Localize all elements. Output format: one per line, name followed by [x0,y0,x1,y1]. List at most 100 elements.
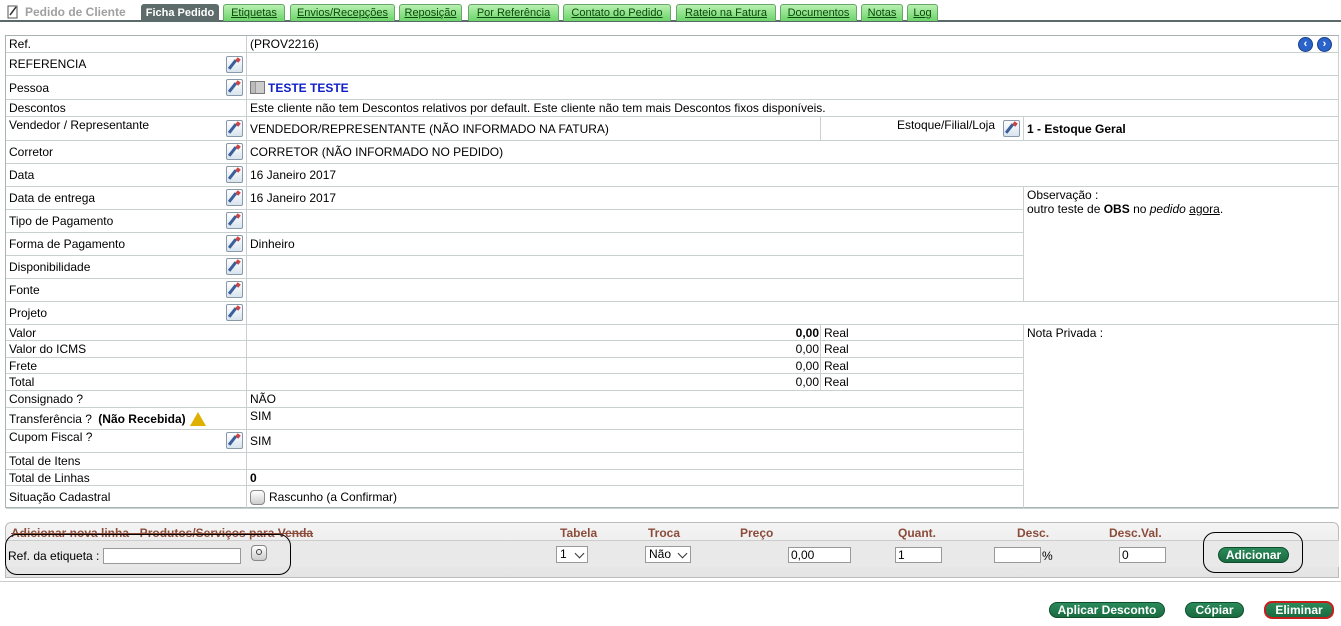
company-icon [250,81,265,94]
desc-unit: % [1042,549,1053,563]
edit-cupom-icon[interactable] [226,432,243,449]
entrega-value: 16 Janeiro 2017 [247,187,1024,210]
forma-pag-value: Dinheiro [247,233,1024,256]
total-value: 0,00 [247,374,821,391]
tab-ficha-pedido[interactable]: Ficha Pedido [141,4,219,21]
forma-pag-label: Forma de Pagamento [6,233,247,256]
pessoa-cell: TESTE TESTE [247,76,1339,100]
tab-etiquetas[interactable]: Etiquetas [223,4,285,21]
transf-note: (Não Recebida) [98,411,186,426]
troca-select[interactable]: Não [645,546,691,563]
edit-referencia-icon[interactable] [226,56,243,73]
corretor-label: Corretor [6,141,247,164]
tipo-pag-value [247,210,1024,233]
valor-value: 0,00 [247,325,821,341]
edit-forma-pag-icon[interactable] [226,235,243,252]
tabela-select[interactable]: 1 [556,546,588,563]
data-label: Data [6,164,247,187]
quant-input[interactable] [895,547,942,563]
descval-input[interactable] [1119,547,1166,563]
tab-documentos[interactable]: Documentos [780,4,857,21]
ref-label: Ref. [6,36,247,53]
estoque-label: Estoque/Filial/Loja [821,117,1024,141]
tab-rateio[interactable]: Rateio na Fatura [676,4,776,21]
transf-label: Transferência ? [9,411,92,426]
highlight-ref [5,534,291,575]
col-tabela: Tabela [560,526,598,540]
total-linhas-label: Total de Linhas [6,470,247,486]
consignado-label: Consignado ? [6,391,247,408]
disp-value [247,256,1024,279]
frete-value: 0,00 [247,358,821,374]
draft-status-icon [250,489,265,505]
transf-label-cell: Transferência ? (Não Recebida) [6,408,247,430]
divider [0,581,1341,582]
edit-tipo-pag-icon[interactable] [226,212,243,229]
aplicar-desconto-button[interactable]: Aplicar Desconto [1049,602,1165,618]
observacao-label: Observação : [1027,188,1099,202]
tab-envios[interactable]: Envios/Recepções [290,4,395,21]
next-icon[interactable]: › [1317,37,1332,52]
icms-currency: Real [821,341,1024,358]
cupom-value: SIM [247,430,1024,453]
descontos-label: Descontos [6,100,247,117]
edit-pessoa-icon[interactable] [226,79,243,96]
col-quant: Quant. [898,526,936,540]
edit-projeto-icon[interactable] [226,304,243,321]
fonte-label: Fonte [6,279,247,302]
total-itens-label: Total de Itens [6,453,247,470]
cupom-label: Cupom Fiscal ? [6,430,247,453]
edit-data-icon[interactable] [226,166,243,183]
copiar-button[interactable]: Cópiar [1185,602,1244,618]
col-troca: Troca [648,526,681,540]
col-desc: Desc. [1017,526,1050,540]
edit-fonte-icon[interactable] [226,281,243,298]
observacao-text: outro teste de OBS no pedido agora. [1027,202,1224,216]
highlight-add [1203,532,1303,573]
frete-currency: Real [821,358,1024,374]
ref-value: (PROV2216) [247,36,1339,53]
edit-estoque-icon[interactable] [1003,120,1020,137]
tab-notas[interactable]: Notas [861,4,903,21]
nota-privada: Nota Privada : [1024,325,1339,509]
estoque-value: 1 - Estoque Geral [1024,117,1339,141]
previous-icon[interactable]: ‹ [1298,37,1313,52]
referencia-label: REFERENCIA [6,53,247,76]
situacao-label: Situação Cadastral [6,486,247,509]
tab-reposicao[interactable]: Reposição [399,4,462,21]
situacao-value: Rascunho (a Confirmar) [269,490,398,504]
consignado-value: NÃO [247,391,1024,408]
vendedor-value: VENDEDOR/REPRESENTANTE (NÃO INFORMADO NA… [247,117,821,141]
order-icon [6,5,20,19]
valor-currency: Real [821,325,1024,341]
total-linhas-value: 0 [247,470,1024,486]
eliminar-button[interactable]: Eliminar [1264,601,1334,619]
preco-input[interactable] [788,547,851,563]
edit-disp-icon[interactable] [226,258,243,275]
edit-corretor-icon[interactable] [226,143,243,160]
projeto-value [247,302,1339,325]
col-descval: Desc.Val. [1109,526,1162,540]
tab-bar: Pedido de Cliente Ficha Pedido Etiquetas… [0,0,1341,22]
tab-contato-pedido[interactable]: Contato do Pedido [563,4,671,21]
projeto-label: Projeto [6,302,247,325]
tipo-pag-label: Tipo de Pagamento [6,210,247,233]
tab-por-referencia[interactable]: Por Referência [468,4,559,21]
pessoa-link[interactable]: TESTE TESTE [268,81,349,95]
transf-value: SIM [247,408,1024,430]
edit-entrega-icon[interactable] [226,189,243,206]
tab-log[interactable]: Log [907,4,938,21]
fonte-value [247,279,1024,302]
frete-label: Frete [6,358,247,374]
order-form: Ref. (PROV2216) ‹ › REFERENCIA Pessoa TE… [5,35,1339,509]
total-label: Total [6,374,247,391]
desc-input[interactable] [994,547,1041,563]
descontos-value: Este cliente não tem Descontos relativos… [247,100,1339,117]
referencia-value [247,53,1339,76]
pessoa-label: Pessoa [6,76,247,100]
icms-value: 0,00 [247,341,821,358]
edit-vendedor-icon[interactable] [226,120,243,137]
observacao-block: Observação : outro teste de OBS no pedid… [1024,187,1339,302]
valor-label: Valor [6,325,247,341]
icms-label: Valor do ICMS [6,341,247,358]
